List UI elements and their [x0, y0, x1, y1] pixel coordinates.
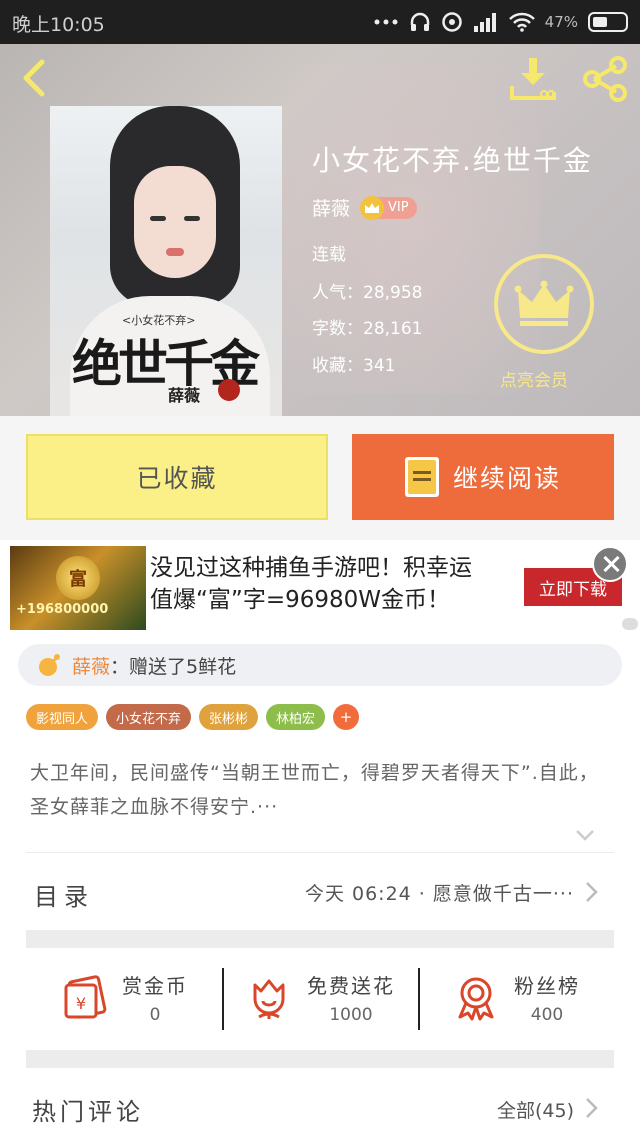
back-icon[interactable] — [14, 56, 58, 100]
svg-text:¥: ¥ — [76, 994, 86, 1013]
status-time: 晚上10:05 — [12, 14, 105, 36]
word-count: 字数：28,161 — [312, 319, 423, 339]
reward-coins-button[interactable]: ¥ 赏金币 0 — [26, 948, 222, 1046]
author-row: 薛薇 VIP — [312, 194, 417, 221]
close-icon[interactable] — [592, 546, 628, 582]
vip-badge: VIP — [360, 195, 417, 220]
interaction-stats: ¥ 赏金币 0 免费送花 1000 粉丝榜 400 — [26, 948, 614, 1046]
headphones-icon — [410, 12, 429, 31]
medal-icon — [458, 977, 494, 1021]
ad-label-icon — [622, 618, 638, 630]
stat-name: 免费送花 — [307, 973, 395, 998]
continue-reading-label: 继续阅读 — [452, 464, 561, 493]
cover-seal-icon — [218, 379, 240, 401]
ad-text[interactable]: 没见过这种捕鱼手游吧！积幸运 值爆“富”字=96980W金币！ — [150, 552, 510, 616]
hot-comments-label: 热门评论 — [32, 1098, 144, 1126]
favorites-count: 收藏：341 — [312, 356, 396, 376]
book-cover[interactable]: <小女花不弃> 绝世千金 薛薇 — [50, 106, 282, 416]
fan-ranking-button[interactable]: 粉丝榜 400 — [418, 948, 614, 1046]
gift-action: ：赠送了5鲜花 — [110, 655, 237, 678]
ad-image[interactable]: 富 +196800000 — [10, 546, 146, 630]
download-icon[interactable] — [508, 54, 558, 104]
continue-reading-button[interactable]: 继续阅读 — [352, 434, 614, 520]
status-icons: 47% — [373, 9, 628, 35]
member-label[interactable]: 点亮会员 — [500, 366, 568, 391]
stat-name: 粉丝榜 — [514, 973, 580, 998]
catalog-row[interactable]: 目录 今天 06:24 · 愿意做千古一··· — [26, 852, 614, 930]
signal-icon — [473, 13, 496, 32]
action-bar: 已收藏 继续阅读 — [0, 416, 640, 536]
share-icon[interactable] — [580, 54, 630, 104]
ad-amount: +196800000 — [16, 602, 109, 617]
hot-comments-row[interactable]: 热门评论 全部(45) — [26, 1082, 614, 1138]
status-bar: 晚上10:05 47% — [0, 0, 640, 44]
tag-item[interactable]: 张彬彬 — [199, 704, 259, 730]
hotspot-icon — [441, 12, 462, 32]
book-title: 小女花不弃.绝世千金 — [312, 144, 593, 177]
catalog-label: 目录 — [34, 883, 94, 911]
book-icon — [404, 457, 439, 497]
vip-label: VIP — [388, 200, 409, 215]
gift-notice: 薛薇：赠送了5鲜花 — [18, 644, 622, 686]
book-description[interactable]: 大卫年间，民间盛传“当朝王世而亡，得碧罗天者得天下”.自此，圣女薛菲之血脉不得安… — [30, 756, 612, 824]
divider — [26, 930, 614, 948]
latest-chapter: 今天 06:24 · 愿意做千古一··· — [304, 883, 574, 905]
flower-gift-icon — [39, 654, 60, 676]
popularity: 人气：28,958 — [312, 283, 423, 303]
cover-author: 薛薇 — [168, 386, 201, 405]
ad-banner[interactable]: 富 +196800000 没见过这种捕鱼手游吧！积幸运 值爆“富”字=96980… — [0, 540, 640, 636]
flower-icon — [253, 979, 285, 1019]
stat-name: 赏金币 — [122, 973, 188, 998]
dots-icon — [374, 19, 398, 25]
tag-item[interactable]: 林柏宏 — [266, 704, 326, 730]
battery-icon — [588, 12, 628, 32]
tag-item[interactable]: 小女花不弃 — [106, 704, 192, 730]
stat-value: 400 — [530, 1004, 564, 1025]
chevron-down-icon[interactable] — [574, 824, 596, 846]
stat-value: 0 — [149, 1004, 161, 1025]
divider — [26, 1050, 614, 1068]
gift-giver[interactable]: 薛薇 — [72, 656, 110, 678]
member-button[interactable] — [494, 254, 594, 354]
book-details: 薛薇：赠送了5鲜花 影视同人 小女花不弃 张彬彬 林柏宏 + 大卫年间，民间盛传… — [0, 636, 640, 1138]
wifi-icon — [508, 12, 535, 32]
all-comments-link[interactable]: 全部(45) — [497, 1096, 574, 1123]
book-header: <小女花不弃> 绝世千金 薛薇 小女花不弃.绝世千金 薛薇 VIP 连载 人气：… — [0, 44, 640, 416]
tag-list: 影视同人 小女花不弃 张彬彬 林柏宏 + — [26, 704, 360, 730]
battery-percent: 47% — [544, 13, 578, 31]
tag-item[interactable]: 影视同人 — [26, 704, 99, 730]
add-tag-button[interactable]: + — [333, 704, 360, 730]
crown-icon — [360, 195, 385, 220]
chevron-right-icon — [586, 1098, 598, 1118]
author-name[interactable]: 薛薇 — [312, 194, 350, 221]
red-envelope-icon: ¥ — [64, 975, 107, 1019]
stat-value: 1000 — [329, 1004, 373, 1025]
fortune-coin-icon: 富 — [56, 556, 100, 600]
free-flowers-button[interactable]: 免费送花 1000 — [222, 948, 418, 1046]
chevron-right-icon — [586, 882, 598, 902]
serial-status: 连载 — [312, 245, 346, 265]
crown-icon — [514, 280, 574, 326]
collected-button[interactable]: 已收藏 — [26, 434, 328, 520]
